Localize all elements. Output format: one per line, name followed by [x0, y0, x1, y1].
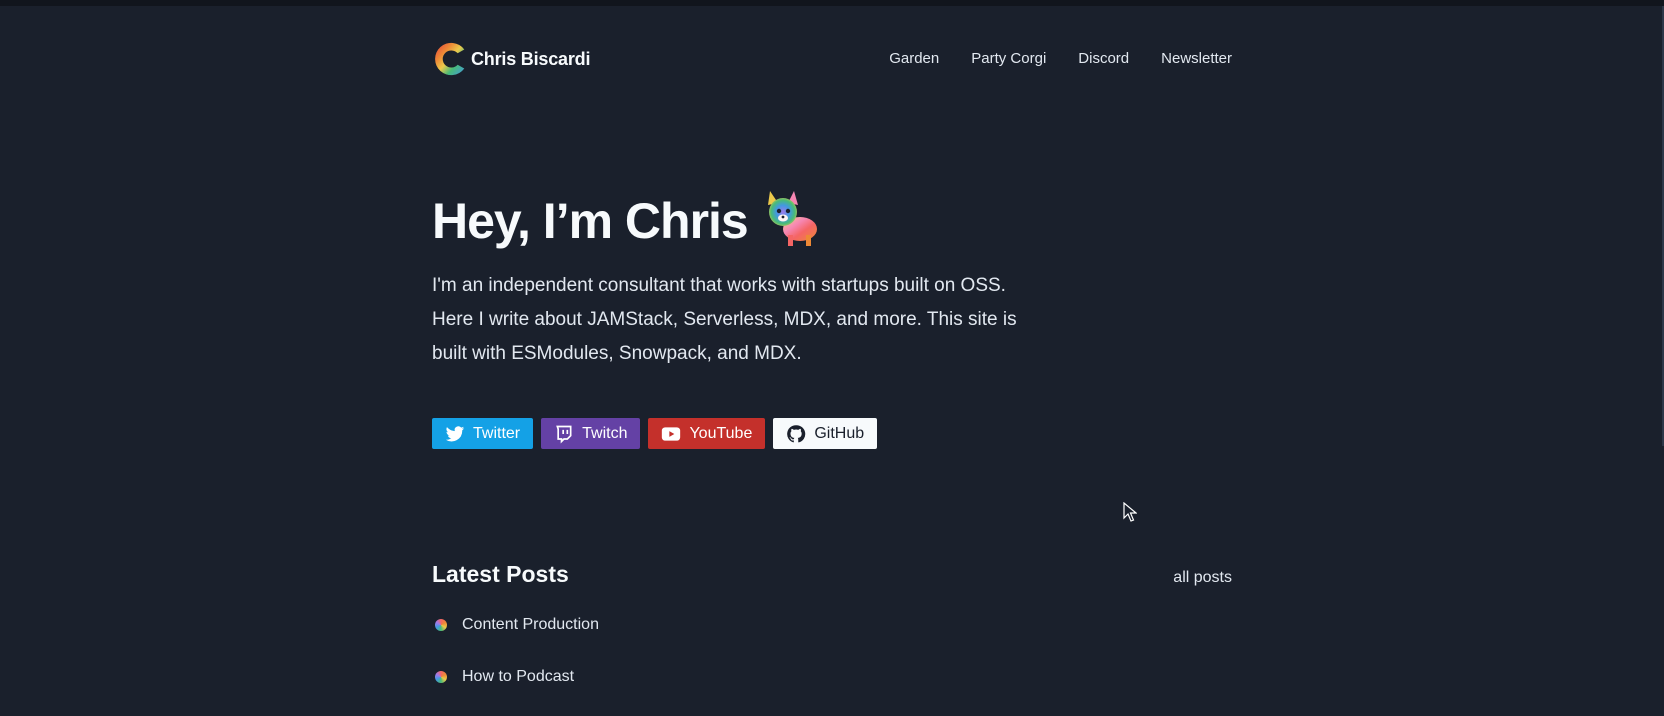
- twitch-label: Twitch: [582, 424, 628, 442]
- latest-posts-heading: Latest Posts: [432, 561, 569, 587]
- hero-title: Hey, I’m Chris: [432, 191, 822, 250]
- nav-party-corgi[interactable]: Party Corgi: [971, 50, 1046, 67]
- list-item: Content Production: [432, 612, 599, 638]
- site-header: Chris Biscardi Garden Party Corgi Discor…: [432, 38, 1232, 82]
- github-label: GitHub: [814, 424, 865, 442]
- twitter-label: Twitter: [473, 424, 521, 442]
- github-icon: [787, 424, 806, 442]
- main-nav: Garden Party Corgi Discord Newsletter: [857, 50, 1232, 67]
- twitch-icon: [556, 425, 572, 444]
- post-bullet-icon: [435, 671, 447, 683]
- all-posts-link[interactable]: all posts: [1173, 569, 1232, 587]
- youtube-label: YouTube: [689, 424, 753, 442]
- mouse-cursor-icon: [1123, 502, 1137, 522]
- brand-link[interactable]: Chris Biscardi: [432, 40, 590, 78]
- logo-icon: [435, 42, 465, 76]
- brand-name: Chris Biscardi: [471, 48, 591, 69]
- party-corgi-icon: [767, 191, 817, 246]
- twitter-icon: [445, 425, 465, 441]
- top-border: [0, 0, 1664, 6]
- intro-text: I'm an independent consultant that works…: [432, 275, 1017, 364]
- nav-newsletter[interactable]: Newsletter: [1161, 50, 1232, 67]
- twitter-button[interactable]: Twitter: [432, 418, 534, 449]
- youtube-icon: [662, 426, 681, 441]
- hero-title-text: Hey, I’m Chris: [432, 193, 749, 249]
- post-bullet-icon: [435, 619, 447, 631]
- github-button[interactable]: GitHub: [773, 418, 878, 449]
- youtube-button[interactable]: YouTube: [648, 418, 766, 449]
- list-item: How to Podcast: [432, 664, 599, 690]
- nav-garden[interactable]: Garden: [889, 50, 939, 67]
- nav-discord[interactable]: Discord: [1078, 50, 1129, 67]
- post-link[interactable]: How to Podcast: [462, 668, 574, 686]
- posts-list: Content Production How to Podcast: [432, 612, 599, 716]
- twitch-button[interactable]: Twitch: [541, 418, 641, 449]
- social-links: Twitter Twitch YouTube GitHub: [432, 418, 885, 449]
- post-link[interactable]: Content Production: [462, 616, 599, 634]
